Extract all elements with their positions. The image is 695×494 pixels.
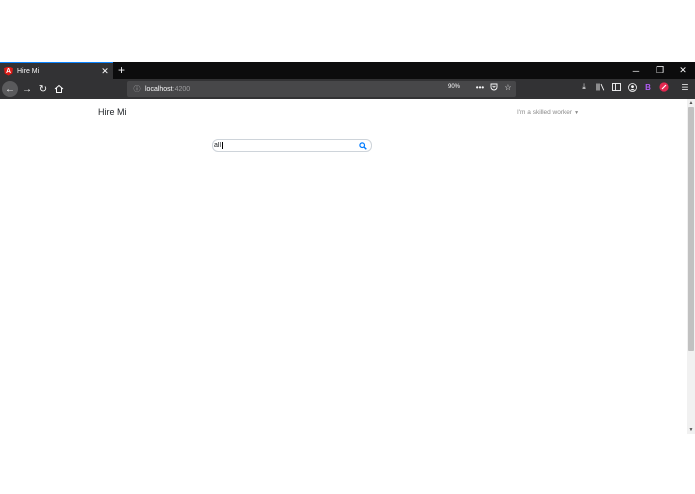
reload-icon[interactable]: ↻: [35, 81, 51, 97]
search-box: [212, 139, 372, 152]
url-port: :4200: [172, 85, 191, 93]
search-input[interactable]: [213, 140, 353, 151]
caret-down-icon: ▼: [574, 110, 580, 116]
minimize-window-button[interactable]: ─: [624, 62, 648, 79]
downloads-icon[interactable]: ⤓: [578, 81, 590, 93]
site-info-icon[interactable]: ⓘ: [132, 84, 142, 94]
home-icon[interactable]: [51, 81, 67, 97]
tab-title: Hire Mi: [17, 67, 40, 75]
account-icon[interactable]: [626, 81, 638, 93]
scroll-down-arrow-icon[interactable]: ▼: [687, 426, 695, 434]
forward-arrow-icon[interactable]: →: [19, 81, 35, 97]
close-window-button[interactable]: ✕: [671, 62, 695, 79]
search-icon[interactable]: [358, 141, 368, 151]
pencil-extension-icon[interactable]: [658, 81, 670, 93]
page-actions-icon[interactable]: •••: [474, 81, 486, 93]
restore-window-button[interactable]: ❐: [648, 62, 672, 79]
navigation-toolbar: ← → ↻ ⓘ localhost:4200 90% ••• ☆ ⤓ B ☰: [0, 79, 695, 99]
url-host: localhost: [145, 85, 173, 93]
close-tab-icon[interactable]: ✕: [99, 66, 111, 77]
extension-icon[interactable]: B: [642, 81, 654, 93]
bookmark-star-icon[interactable]: ☆: [502, 81, 514, 93]
page-content: Hire Mi I'm a skilled worker ▼: [0, 99, 687, 434]
hamburger-menu-icon[interactable]: ☰: [679, 81, 691, 93]
angular-logo-icon: A: [4, 66, 13, 76]
back-arrow-icon[interactable]: ←: [2, 81, 18, 97]
brand-title[interactable]: Hire Mi: [98, 107, 127, 117]
vertical-scrollbar[interactable]: ▲ ▼: [687, 99, 695, 434]
scrollbar-thumb[interactable]: [688, 107, 694, 351]
screen-top-margin: [0, 0, 695, 62]
role-dropdown[interactable]: I'm a skilled worker ▼: [517, 109, 579, 116]
tab-strip: A Hire Mi ✕ + ─ ❐ ✕: [0, 62, 695, 79]
sidebar-icon[interactable]: [610, 81, 622, 93]
zoom-level-badge[interactable]: 90%: [443, 81, 465, 93]
role-dropdown-label: I'm a skilled worker: [517, 109, 573, 116]
scroll-up-arrow-icon[interactable]: ▲: [687, 99, 695, 107]
pocket-icon[interactable]: [488, 81, 500, 93]
browser-tab[interactable]: A Hire Mi ✕: [0, 62, 113, 79]
library-icon[interactable]: [594, 81, 606, 93]
new-tab-icon[interactable]: +: [118, 63, 125, 77]
text-cursor: [222, 142, 223, 149]
screen-bottom-margin: [0, 434, 695, 494]
